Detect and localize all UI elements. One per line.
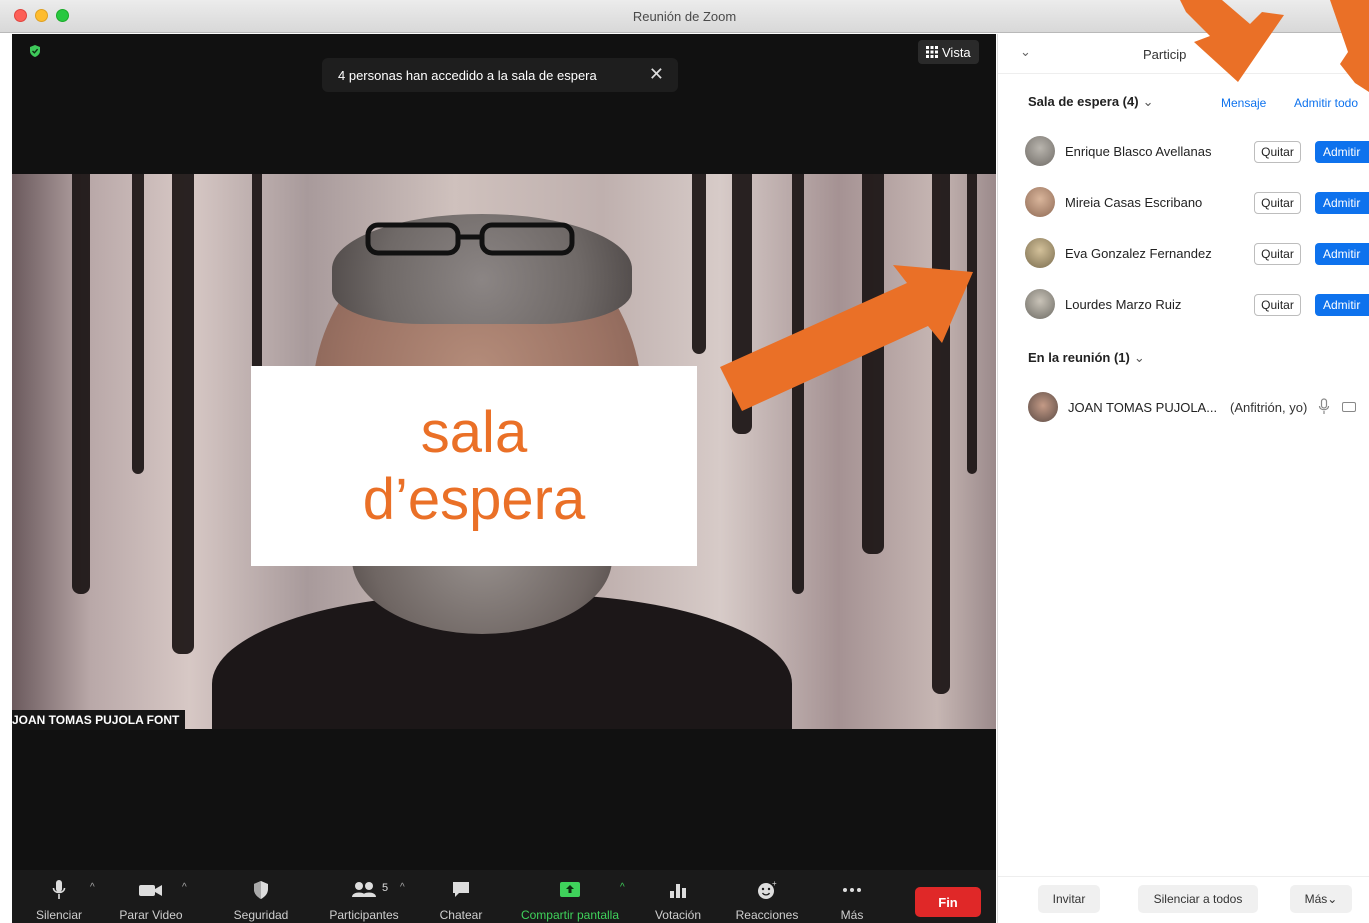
admit-button[interactable]: Admitir [1315, 192, 1369, 214]
person-name: Mireia Casas Escribano [1065, 195, 1203, 210]
window-titlebar: Reunión de Zoom [0, 0, 1369, 33]
avatar [1028, 392, 1058, 422]
in-meeting-heading-label: En la reunión (1) [1028, 350, 1130, 365]
person-name: Eva Gonzalez Fernandez [1065, 246, 1212, 261]
poll-icon [670, 884, 686, 898]
admit-button[interactable]: Admitir [1315, 243, 1369, 265]
audio-options-chevron-icon[interactable]: ^ [90, 882, 95, 893]
participants-panel: ⌄ Particip Sala de espera (4) ⌄ Mensaje A… [997, 34, 1369, 923]
remove-button[interactable]: Quitar [1254, 192, 1301, 214]
share-screen-label: Compartir pantalla [520, 908, 620, 922]
mute-button[interactable]: ^ Silenciar [24, 870, 95, 923]
mute-all-button[interactable]: Silenciar a todos [1138, 885, 1258, 913]
share-screen-button[interactable]: ^ Compartir pantalla [512, 870, 628, 923]
panel-footer: Invitar Silenciar a todos Más ⌄ [998, 876, 1369, 923]
avatar [1025, 187, 1055, 217]
poll-button[interactable]: Votación [644, 870, 712, 923]
avatar [1025, 289, 1055, 319]
microphone-icon[interactable] [1318, 398, 1330, 416]
view-button[interactable]: Vista [918, 40, 979, 64]
shield-icon [254, 881, 268, 899]
stop-video-button[interactable]: ^ Parar Video [110, 870, 192, 923]
mute-label: Silenciar [35, 908, 83, 922]
avatar [1025, 238, 1055, 268]
speaker-name-tag: JOAN TOMAS PUJOLA FONT [12, 710, 186, 730]
person-name: Lourdes Marzo Ruiz [1065, 297, 1182, 312]
panel-more-button[interactable]: Más ⌄ [1290, 885, 1352, 913]
admit-button[interactable]: Admitir [1315, 141, 1369, 163]
remove-button[interactable]: Quitar [1254, 243, 1301, 265]
stop-video-label: Parar Video [119, 908, 183, 922]
panel-collapse-chevron-icon[interactable]: ⌄ [1020, 44, 1031, 60]
participants-button[interactable]: 5 ^ Participantes [316, 870, 412, 923]
video-camera-icon [139, 885, 162, 896]
notice-text: 4 personas han accedido a la sala de esp… [338, 67, 597, 83]
speaker-glasses [365, 222, 575, 256]
avatar [1025, 136, 1055, 166]
more-button[interactable]: Más [828, 870, 876, 923]
annotation-line-2: d’espera [362, 467, 586, 532]
security-label: Seguridad [233, 908, 289, 922]
video-area: 4 personas han accedido a la sala de esp… [12, 34, 996, 923]
waiting-room-heading[interactable]: Sala de espera (4) ⌄ [1028, 94, 1153, 110]
in-meeting-heading[interactable]: En la reunión (1) ⌄ [1028, 350, 1145, 366]
chat-icon [453, 882, 469, 897]
panel-title: Particip [1143, 47, 1187, 62]
poll-label: Votación [654, 908, 702, 922]
chevron-down-icon: ⌄ [1142, 94, 1154, 109]
admit-all-link[interactable]: Admitir todo [1294, 96, 1358, 110]
more-label: Más [840, 908, 864, 922]
encryption-shield-icon[interactable] [28, 44, 42, 58]
host-name: JOAN TOMAS PUJOLA... [1068, 400, 1218, 415]
reactions-label: Reacciones [735, 908, 799, 922]
share-screen-icon [560, 882, 580, 897]
host-role: (Anfitrión, yo) [1230, 400, 1308, 415]
window-title: Reunión de Zoom [632, 9, 737, 24]
share-options-chevron-icon[interactable]: ^ [620, 882, 625, 893]
grid-icon [926, 46, 938, 58]
meeting-toolbar: ^ Silenciar ^ Parar Video Seguridad 5 ^ … [12, 870, 996, 923]
microphone-icon [52, 880, 66, 899]
annotation-label: sala d’espera [251, 366, 697, 566]
panel-more-label: Más [1304, 892, 1328, 906]
reactions-icon: + [758, 879, 777, 899]
participants-count: 5 [382, 882, 389, 894]
waiting-person-row: Lourdes Marzo Ruiz Quitar Admitir [1025, 287, 1369, 323]
view-button-label: Vista [942, 44, 971, 60]
admit-button[interactable]: Admitir [1315, 294, 1369, 316]
annotation-line-1: sala [420, 399, 528, 465]
security-button[interactable]: Seguridad [226, 870, 296, 923]
participants-chevron-icon[interactable]: ^ [400, 882, 405, 893]
waiting-person-row: Mireia Casas Escribano Quitar Admitir [1025, 185, 1369, 221]
svg-text:+: + [772, 879, 777, 888]
remove-button[interactable]: Quitar [1254, 294, 1301, 316]
chevron-down-icon: ⌄ [1133, 350, 1145, 365]
video-camera-icon[interactable] [1342, 402, 1356, 412]
chat-button[interactable]: Chatear [432, 870, 490, 923]
participants-label: Participantes [329, 908, 399, 922]
chat-label: Chatear [439, 908, 483, 922]
host-participant-row: JOAN TOMAS PUJOLA... (Anfitrión, yo) [1028, 392, 1369, 426]
reactions-button[interactable]: + Reacciones [726, 870, 808, 923]
notice-close-icon[interactable]: ✕ [649, 64, 664, 85]
chevron-down-icon: ⌄ [1327, 892, 1338, 906]
video-options-chevron-icon[interactable]: ^ [182, 882, 187, 893]
waiting-room-notice: 4 personas han accedido a la sala de esp… [322, 58, 678, 92]
participants-icon [352, 882, 376, 897]
more-icon [843, 888, 861, 892]
message-link[interactable]: Mensaje [1221, 96, 1266, 110]
person-name: Enrique Blasco Avellanas [1065, 144, 1212, 159]
invite-button[interactable]: Invitar [1038, 885, 1100, 913]
panel-header: ⌄ Particip [998, 34, 1369, 74]
remove-button[interactable]: Quitar [1254, 141, 1301, 163]
waiting-person-row: Eva Gonzalez Fernandez Quitar Admitir [1025, 236, 1369, 272]
waiting-room-heading-label: Sala de espera (4) [1028, 94, 1139, 109]
waiting-person-row: Enrique Blasco Avellanas Quitar Admitir [1025, 134, 1369, 170]
end-meeting-button[interactable]: Fin [915, 887, 981, 917]
